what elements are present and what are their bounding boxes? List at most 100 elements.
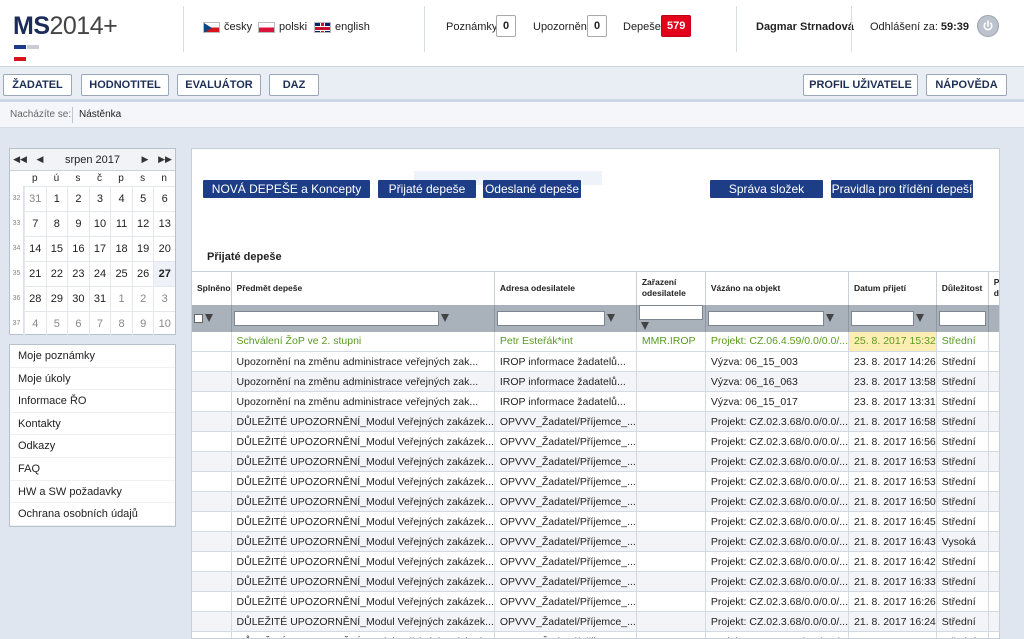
col-priority[interactable]: Důležitost <box>936 271 989 305</box>
filter-icon[interactable] <box>825 314 834 322</box>
filter-sender-input[interactable] <box>496 310 605 326</box>
calendar-day[interactable]: 3 <box>88 186 111 211</box>
calendar-day[interactable]: 6 <box>153 186 175 211</box>
table-row[interactable]: DŮLEŽITÉ UPOZORNĚNÍ_Modul Veřejných zaká… <box>192 551 999 572</box>
filter-icon[interactable] <box>440 314 449 322</box>
calendar-day[interactable]: 30 <box>67 286 89 311</box>
lang-pl[interactable]: polski <box>258 21 307 33</box>
sent-button[interactable]: Odeslané depeše <box>483 180 581 198</box>
calendar-day[interactable]: 14 <box>24 236 46 261</box>
col-object[interactable]: Vázáno na objekt <box>705 271 850 305</box>
calendar-day[interactable]: 15 <box>45 236 68 261</box>
calendar-day[interactable]: 2 <box>67 186 89 211</box>
calendar-day[interactable]: 6 <box>67 311 89 336</box>
table-row[interactable]: Upozornění na změnu administrace veřejný… <box>192 371 999 392</box>
calendar-day[interactable]: 7 <box>88 311 111 336</box>
user-profile-button[interactable]: PROFIL UŽIVATELE <box>803 74 918 96</box>
calendar-day[interactable]: 11 <box>110 211 132 236</box>
table-row[interactable]: Upozornění na změnu administrace veřejný… <box>192 351 999 372</box>
calendar-day[interactable]: 17 <box>88 236 111 261</box>
menu-item[interactable]: Ochrana osobních údajů <box>10 503 175 526</box>
calendar-day[interactable]: 26 <box>131 261 154 286</box>
table-row[interactable]: DŮLEŽITÉ UPOZORNĚNÍ_Modul Veřejných zaká… <box>192 411 999 432</box>
menu-item[interactable]: Moje úkoly <box>10 368 175 391</box>
inbox-button[interactable]: Přijaté depeše <box>378 180 476 198</box>
calendar-day[interactable]: 28 <box>24 286 46 311</box>
calendar-day[interactable]: 19 <box>131 236 154 261</box>
calendar-day[interactable]: 8 <box>110 311 132 336</box>
folders-button[interactable]: Správa složek <box>710 180 823 198</box>
calendar-day[interactable]: 25 <box>110 261 132 286</box>
calendar-day[interactable]: 27 <box>153 261 175 286</box>
col-sender-role[interactable]: Zařazení odesilatele <box>636 271 706 305</box>
calendar-day[interactable]: 20 <box>153 236 175 261</box>
calendar-day[interactable]: 21 <box>24 261 46 286</box>
role-zadatel-button[interactable]: ŽADATEL <box>3 74 72 96</box>
calendar-day[interactable]: 29 <box>45 286 68 311</box>
power-icon[interactable] <box>977 15 999 37</box>
menu-item[interactable]: Moje poznámky <box>10 345 175 368</box>
filter-icon[interactable] <box>606 314 615 322</box>
menu-item[interactable]: Kontakty <box>10 413 175 436</box>
calendar-day[interactable]: 1 <box>45 186 68 211</box>
table-row[interactable]: DŮLEŽITÉ UPOZORNĚNÍ_Modul Veřejných zaká… <box>192 571 999 592</box>
table-row[interactable]: Upozornění na změnu administrace veřejný… <box>192 391 999 412</box>
filter-icon[interactable] <box>916 314 925 322</box>
calendar-day[interactable]: 5 <box>131 186 154 211</box>
col-attachment[interactable]: Přiložen dokument <box>988 271 999 305</box>
new-message-button[interactable]: NOVÁ DEPEŠE a Koncepty <box>203 180 370 198</box>
filter-subject-input[interactable] <box>233 310 439 326</box>
menu-item[interactable]: Odkazy <box>10 435 175 458</box>
filter-priority-input[interactable] <box>938 310 986 326</box>
calendar-day[interactable]: 10 <box>153 311 175 336</box>
filter-date-input[interactable] <box>851 310 915 326</box>
double-left-icon[interactable]: ◀◀ <box>10 154 30 165</box>
sorting-rules-button[interactable]: Pravidla pro třídění depeší <box>831 180 973 198</box>
calendar-day[interactable]: 10 <box>88 211 111 236</box>
role-evaluator-button[interactable]: EVALUÁTOR <box>177 74 261 96</box>
calendar-day[interactable]: 9 <box>67 211 89 236</box>
calendar-day[interactable]: 2 <box>131 286 154 311</box>
calendar-day[interactable]: 4 <box>24 311 46 336</box>
notes-counter[interactable]: 0 <box>496 15 516 37</box>
calendar-day[interactable]: 18 <box>110 236 132 261</box>
calendar-day[interactable]: 5 <box>45 311 68 336</box>
table-row[interactable]: DŮLEŽITÉ UPOZORNĚNÍ_Modul Veřejných zaká… <box>192 431 999 452</box>
calendar-day[interactable]: 3 <box>153 286 175 311</box>
calendar-day[interactable]: 4 <box>110 186 132 211</box>
table-row[interactable]: DŮLEŽITÉ UPOZORNĚNÍ_Modul Veřejných zaká… <box>192 611 999 632</box>
table-row[interactable]: DŮLEŽITÉ UPOZORNĚNÍ_Modul Veřejných zaká… <box>192 591 999 612</box>
col-done[interactable]: Splněno <box>192 271 232 305</box>
filter-object-input[interactable] <box>707 310 824 326</box>
calendar-day[interactable]: 7 <box>24 211 46 236</box>
table-row[interactable]: DŮLEŽITÉ UPOZORNĚNÍ_Modul Veřejných zaká… <box>192 531 999 552</box>
table-row[interactable]: DŮLEŽITÉ UPOZORNĚNÍ_Modul Veřejných zaká… <box>192 491 999 512</box>
calendar-day[interactable]: 9 <box>131 311 154 336</box>
calendar-day[interactable]: 8 <box>45 211 68 236</box>
calendar-day[interactable]: 31 <box>88 286 111 311</box>
alerts-counter[interactable]: 0 <box>587 15 607 37</box>
user-name[interactable]: Dagmar Strnadová <box>756 21 854 33</box>
right-icon[interactable]: ▶ <box>135 154 155 165</box>
double-right-icon[interactable]: ▶▶ <box>155 154 175 165</box>
breadcrumb-current[interactable]: Nástěnka <box>79 102 121 128</box>
col-date[interactable]: Datum přijetí <box>848 271 937 305</box>
calendar-day[interactable]: 23 <box>67 261 89 286</box>
table-row[interactable]: DŮLEŽITÉ UPOZORNĚNÍ_Modul Veřejných zaká… <box>192 471 999 492</box>
lang-cz[interactable]: česky <box>203 21 252 33</box>
help-button[interactable]: NÁPOVĚDA <box>926 74 1007 96</box>
menu-item[interactable]: FAQ <box>10 458 175 481</box>
table-row[interactable]: DŮLEŽITÉ UPOZORNĚNÍ_Modul Veřejných zaká… <box>192 451 999 472</box>
lang-en[interactable]: english <box>314 21 370 33</box>
calendar-day[interactable]: 31 <box>24 186 46 211</box>
filter-icon[interactable] <box>205 314 213 323</box>
calendar-day[interactable]: 24 <box>88 261 111 286</box>
calendar-day[interactable]: 16 <box>67 236 89 261</box>
filter-done-checkbox[interactable] <box>194 313 203 323</box>
left-icon[interactable]: ◀ <box>30 154 50 165</box>
table-row[interactable]: DŮLEŽITÉ UPOZORNĚNÍ_Modul Veřejných zaká… <box>192 511 999 532</box>
role-daz-button[interactable]: DAZ <box>269 74 319 96</box>
menu-item[interactable]: HW a SW požadavky <box>10 481 175 504</box>
messages-counter[interactable]: 579 <box>661 15 692 37</box>
filter-role-input[interactable] <box>638 304 703 320</box>
